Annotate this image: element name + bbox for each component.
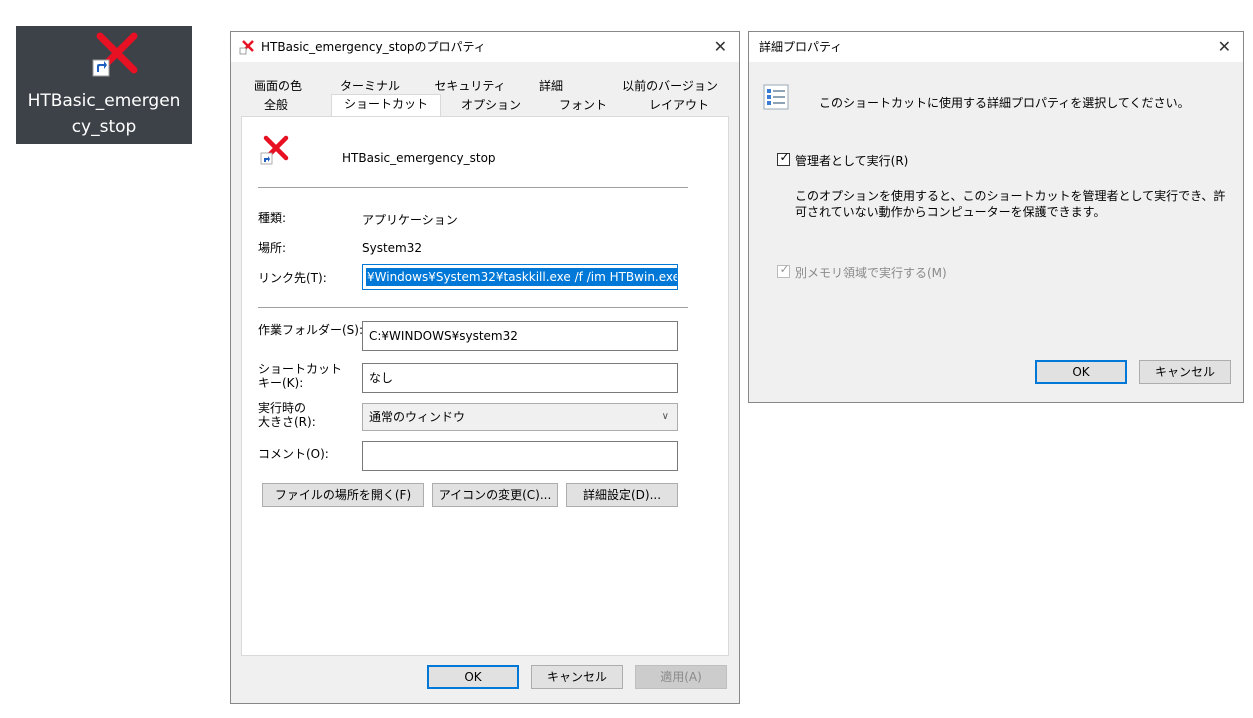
properties-titlebar[interactable]: HTBasic_emergency_stopのプロパティ ✕ (231, 32, 739, 62)
ok-button[interactable]: OK (427, 665, 519, 689)
cancel-button[interactable]: キャンセル (1139, 360, 1231, 384)
checkmark-icon: ✓ (779, 262, 790, 276)
properties-list-icon (763, 84, 789, 110)
tab-shortcut[interactable]: ショートカット (331, 94, 441, 116)
instruction-text: このショートカットに使用する詳細プロパティを選択してください。 (819, 96, 1190, 110)
chevron-down-icon: ∨ (661, 411, 669, 422)
tab-previous-versions[interactable]: 以前のバージョン (611, 77, 729, 95)
shortcut-x-icon (92, 32, 138, 77)
separate-memory-label[interactable]: 別メモリ領域で実行する(M) (795, 264, 947, 281)
run-size-select[interactable]: 通常のウィンドウ ∨ (362, 403, 678, 431)
hotkey-input[interactable]: なし (362, 363, 678, 393)
workdir-label: 作業フォルダー(S): (258, 323, 364, 337)
change-icon-button[interactable]: アイコンの変更(C)... (432, 483, 558, 507)
location-label: 場所: (258, 241, 287, 255)
tab-screen-colors[interactable]: 画面の色 (241, 77, 315, 95)
ok-button[interactable]: OK (1035, 360, 1127, 384)
run-as-admin-label[interactable]: 管理者として実行(R) (795, 152, 908, 169)
type-label: 種類: (258, 211, 287, 225)
run-size-value: 通常のウィンドウ (369, 410, 466, 424)
tab-font[interactable]: フォント (537, 96, 629, 114)
tab-layout[interactable]: レイアウト (629, 96, 729, 114)
target-label: リンク先(T): (258, 271, 327, 285)
hotkey-label: ショートカット キー(K): (258, 362, 343, 390)
advanced-button[interactable]: 詳細設定(D)... (566, 483, 678, 507)
desktop-icon-label: HTBasic_emergen cy_stop (27, 91, 181, 137)
properties-window: HTBasic_emergency_stopのプロパティ ✕ 画面の色 ターミナ… (230, 31, 740, 704)
target-input[interactable]: ¥Windows¥System32¥taskkill.exe /f /im HT… (362, 264, 678, 290)
window-title: HTBasic_emergency_stopのプロパティ (261, 40, 486, 54)
target-value: ¥Windows¥System32¥taskkill.exe /f /im HT… (366, 268, 677, 286)
separate-memory-checkbox[interactable]: ✓ (777, 262, 790, 278)
advanced-titlebar[interactable]: 詳細プロパティ ✕ (749, 32, 1243, 62)
comment-input[interactable] (362, 441, 678, 471)
tab-general[interactable]: 全般 (241, 96, 311, 114)
type-value: アプリケーション (362, 213, 458, 227)
shortcut-x-icon (239, 40, 254, 55)
advanced-properties-window: 詳細プロパティ ✕ このショートカットに使用する詳細プロパティを選択してください… (748, 31, 1244, 403)
divider (258, 307, 688, 308)
tab-terminal[interactable]: ターミナル (325, 77, 415, 95)
tab-details[interactable]: 詳細 (521, 77, 581, 95)
close-icon[interactable]: ✕ (714, 32, 727, 62)
tab-options[interactable]: オプション (445, 96, 537, 114)
shortcut-tab-panel: HTBasic_emergency_stop 種類: アプリケーション 場所: … (241, 116, 729, 656)
workdir-input[interactable]: C:¥WINDOWS¥system32 (362, 321, 678, 351)
close-icon[interactable]: ✕ (1218, 32, 1231, 62)
admin-description: このオプションを使用すると、このショートカットを管理者として実行でき、許 可され… (795, 189, 1226, 219)
run-as-admin-checkbox[interactable]: ✓ (777, 150, 790, 166)
divider (258, 187, 688, 188)
desktop-shortcut-icon[interactable]: HTBasic_emergen cy_stop (16, 26, 192, 144)
shortcut-name: HTBasic_emergency_stop (342, 151, 496, 165)
comment-label: コメント(O): (258, 447, 329, 461)
shortcut-x-icon (260, 135, 289, 165)
open-file-location-button[interactable]: ファイルの場所を開く(F) (262, 483, 424, 507)
run-size-label: 実行時の 大きさ(R): (258, 401, 316, 429)
apply-button[interactable]: 適用(A) (635, 665, 727, 689)
window-title: 詳細プロパティ (759, 40, 843, 54)
tab-security[interactable]: セキュリティ (425, 77, 515, 95)
location-value: System32 (362, 241, 423, 255)
tab-row-front: 全般 ショートカット オプション フォント レイアウト (241, 94, 729, 116)
cancel-button[interactable]: キャンセル (531, 665, 623, 689)
checkmark-icon: ✓ (779, 150, 790, 164)
tab-row-back: 画面の色 ターミナル セキュリティ 詳細 以前のバージョン (241, 77, 729, 95)
